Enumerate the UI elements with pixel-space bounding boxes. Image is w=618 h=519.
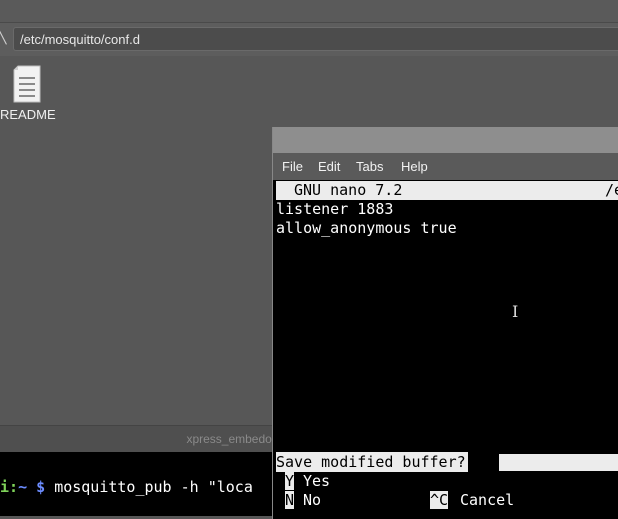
nano-version: GNU nano 7.2 (294, 181, 403, 199)
terminal-command-line: i:~ $ mosquitto_pub -h "loca (0, 478, 253, 496)
text-file-icon[interactable] (6, 64, 46, 110)
file-manager-toolbar (0, 0, 618, 22)
option-no-label[interactable]: No (303, 491, 321, 509)
option-cancel-label[interactable]: Cancel (460, 491, 514, 509)
terminal-prompt: $ (36, 478, 46, 496)
terminal-host: i: (0, 478, 19, 496)
path-input[interactable]: /etc/mosquitto/conf.d (13, 27, 618, 51)
menu-edit[interactable]: Edit (318, 159, 340, 174)
option-yes-key[interactable]: Y (285, 472, 295, 490)
menu-file[interactable]: File (282, 159, 303, 174)
menu-tabs[interactable]: Tabs (356, 159, 383, 174)
option-no-key[interactable]: N (285, 491, 295, 509)
window-titlebar[interactable] (273, 127, 618, 153)
prompt-text: Save modified buffer? (276, 452, 468, 472)
nano-editor[interactable]: GNU nano 7.2 /e listener 1883 allow_anon… (274, 180, 618, 519)
option-yes-label[interactable]: Yes (303, 472, 330, 490)
terminal-command: mosquitto_pub -h "loca (54, 478, 253, 496)
editor-line[interactable]: allow_anonymous true (276, 219, 457, 237)
nano-terminal-window[interactable]: File Edit Tabs Help GNU nano 7.2 /e list… (272, 127, 618, 519)
terminal-path: ~ (18, 478, 28, 496)
text-cursor-icon: I (512, 302, 519, 321)
save-prompt: Save modified buffer? (274, 452, 618, 472)
chevron-left-icon[interactable]: ╲ (0, 29, 6, 45)
menu-bar: File Edit Tabs Help (273, 153, 618, 180)
file-name-readme[interactable]: README (0, 107, 56, 122)
nano-filename: /e (605, 181, 618, 199)
menu-help[interactable]: Help (401, 159, 428, 174)
nano-header-bar: GNU nano 7.2 /e (276, 181, 618, 200)
option-cancel-key[interactable]: ^C (430, 491, 449, 509)
prompt-input[interactable] (499, 454, 618, 471)
location-bar: ╲ /etc/mosquitto/conf.d (0, 22, 618, 57)
editor-line[interactable]: listener 1883 (276, 200, 393, 218)
